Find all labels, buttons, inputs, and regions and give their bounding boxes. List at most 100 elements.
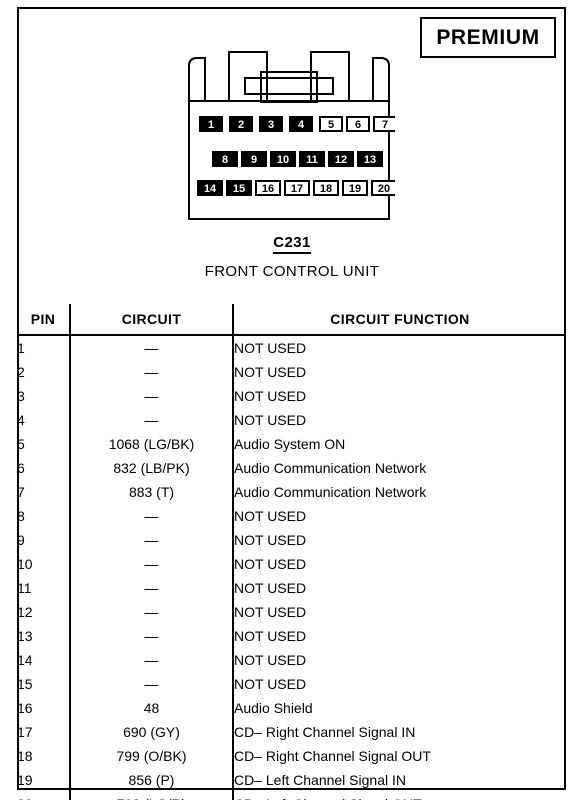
cell-circuit-function: NOT USED	[234, 652, 307, 668]
cell-circuit-function: Audio Communication Network	[234, 484, 427, 500]
cell-circuit-function: NOT USED	[234, 364, 307, 380]
table-row: 10— NOT USED	[17, 552, 566, 576]
svg-text:16: 16	[262, 183, 274, 195]
table-row: 16 48 Audio Shield	[17, 696, 566, 720]
cell-circuit-function: Audio System ON	[234, 436, 346, 452]
cell-circuit: —	[70, 528, 234, 552]
pin-row-2: 8 9 10 11 12 13	[212, 151, 383, 167]
cell-pin: 4	[17, 408, 71, 432]
cell-pin: 8	[17, 504, 71, 528]
table-row: 12— NOT USED	[17, 600, 566, 624]
cell-pin: 5	[17, 432, 71, 456]
svg-text:10: 10	[277, 154, 289, 166]
table-row: 7 883 (T) Audio Communication Network	[17, 480, 566, 504]
cell-circuit: 690 (GY)	[70, 720, 234, 744]
connector-id-label: C231	[273, 234, 311, 254]
table-row: 6 832 (LB/PK) Audio Communication Network	[17, 456, 566, 480]
svg-text:3: 3	[268, 119, 274, 131]
table-header: PIN CIRCUIT CIRCUIT FUNCTION	[17, 304, 566, 336]
cell-circuit: —	[70, 360, 234, 384]
column-header-circuit: CIRCUIT	[70, 304, 234, 336]
table-row: 14— NOT USED	[17, 648, 566, 672]
svg-text:2: 2	[238, 119, 244, 131]
table-row: 2— NOT USED	[17, 360, 566, 384]
cell-pin: 18	[17, 744, 71, 768]
cell-circuit: 48	[70, 696, 234, 720]
cell-circuit: 883 (T)	[70, 480, 234, 504]
cell-pin: 2	[17, 360, 71, 384]
cell-circuit: 856 (P)	[70, 768, 234, 792]
cell-circuit: —	[70, 648, 234, 672]
column-header-circuit-function: CIRCUIT FUNCTION	[233, 304, 566, 336]
cell-circuit: 799 (O/BK)	[70, 744, 234, 768]
svg-text:13: 13	[364, 154, 376, 166]
cell-pin: 20	[17, 792, 71, 800]
svg-text:19: 19	[349, 183, 361, 195]
pin-row-3: 14 15 16 17 18 19 20	[197, 180, 395, 196]
cell-circuit-function: Audio Shield	[234, 700, 313, 716]
cell-pin: 16	[17, 696, 71, 720]
cell-circuit: —	[70, 408, 234, 432]
cell-circuit-function: Audio Communication Network	[234, 460, 427, 476]
cell-pin: 17	[17, 720, 71, 744]
cell-pin: 15	[17, 672, 71, 696]
table-row: 20798 (LG/R)CD– Left Channel Signal OUT	[17, 792, 566, 800]
table-row: 17 690 (GY) CD– Right Channel Signal IN	[17, 720, 566, 744]
premium-badge: PREMIUM	[420, 17, 556, 58]
cell-pin: 1	[17, 335, 71, 360]
table-row: 15— NOT USED	[17, 672, 566, 696]
table-row: 11— NOT USED	[17, 576, 566, 600]
svg-text:18: 18	[320, 183, 332, 195]
svg-text:12: 12	[335, 154, 347, 166]
pin-row-1: 1 2 3 4 5 6 7	[199, 116, 395, 132]
cell-circuit-function: NOT USED	[234, 628, 307, 644]
table-row: 4— NOT USED	[17, 408, 566, 432]
pin-assignment-table: PIN CIRCUIT CIRCUIT FUNCTION 1— NOT USED 2…	[17, 304, 566, 800]
connector-name: FRONT CONTROL UNIT	[204, 263, 380, 280]
table-row: 18 799 (O/BK) CD– Right Channel Signal OUT	[17, 744, 566, 768]
table-row: 9— NOT USED	[17, 528, 566, 552]
cell-circuit: —	[70, 600, 234, 624]
table-row: 5 1068 (LG/BK) Audio System ON	[17, 432, 566, 456]
svg-text:20: 20	[378, 183, 390, 195]
cell-pin: 14	[17, 648, 71, 672]
cell-circuit-function: CD– Right Channel Signal OUT	[234, 748, 431, 764]
svg-text:11: 11	[306, 154, 318, 166]
svg-text:5: 5	[328, 119, 334, 131]
connector-outline-svg: 1 2 3 4 5 6 7 8 9 10 11 12 13 14 15 16 1…	[188, 51, 395, 220]
cell-circuit: 798 (LG/R)	[70, 792, 234, 800]
table-row: 13— NOT USED	[17, 624, 566, 648]
table-row: 19 856 (P) CD– Left Channel Signal IN	[17, 768, 566, 792]
cell-circuit-function: NOT USED	[234, 556, 307, 572]
table-row: 8— NOT USED	[17, 504, 566, 528]
wiring-diagram-page: PREMIUM 1 2 3 4 5 6 7 8 9 10 11 12 13 14…	[0, 0, 584, 800]
premium-badge-label: PREMIUM	[436, 25, 540, 49]
cell-circuit-function: NOT USED	[234, 340, 307, 356]
cell-circuit: —	[70, 384, 234, 408]
cell-circuit: —	[70, 576, 234, 600]
svg-text:1: 1	[208, 119, 214, 131]
connector-diagram: 1 2 3 4 5 6 7 8 9 10 11 12 13 14 15 16 1…	[183, 44, 395, 220]
cell-circuit-function: NOT USED	[234, 676, 307, 692]
svg-text:6: 6	[355, 119, 361, 131]
table-row: 1— NOT USED	[17, 335, 566, 360]
table-header-row: PIN CIRCUIT CIRCUIT FUNCTION	[17, 304, 566, 336]
svg-text:4: 4	[298, 119, 305, 131]
svg-text:7: 7	[382, 119, 388, 131]
cell-circuit-function: NOT USED	[234, 508, 307, 524]
cell-circuit-function: NOT USED	[234, 412, 307, 428]
cell-circuit: —	[70, 624, 234, 648]
svg-text:14: 14	[204, 183, 217, 195]
cell-circuit-function: CD– Left Channel Signal IN	[234, 772, 406, 788]
table-row: 3— NOT USED	[17, 384, 566, 408]
cell-circuit-function: NOT USED	[234, 580, 307, 596]
cell-pin: 10	[17, 552, 71, 576]
table-body: 1— NOT USED 2— NOT USED 3— NOT USED 4— NOT USED…	[17, 335, 566, 800]
column-header-pin: PIN	[17, 304, 71, 336]
connector-id: C231	[0, 234, 584, 254]
cell-circuit-function: CD– Left Channel Signal OUT	[233, 792, 566, 800]
cell-pin: 13	[17, 624, 71, 648]
cell-pin: 3	[17, 384, 71, 408]
cell-circuit: 1068 (LG/BK)	[70, 432, 234, 456]
cell-pin: 6	[17, 456, 71, 480]
